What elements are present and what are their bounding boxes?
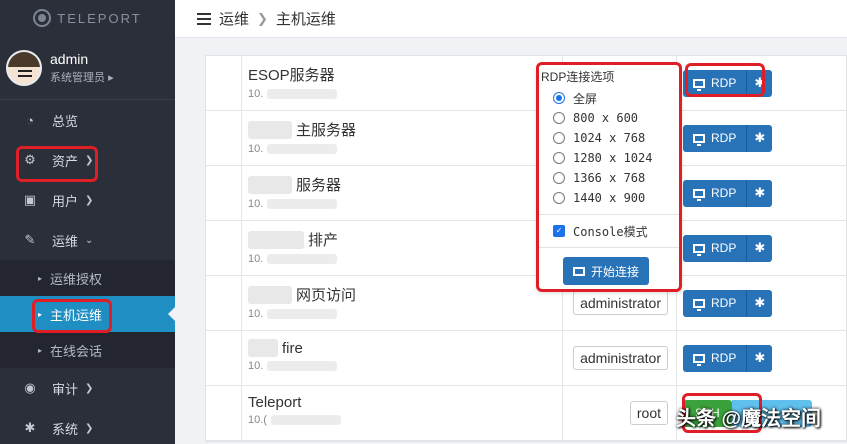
monitor-icon: [693, 188, 705, 201]
server-icon: [197, 12, 211, 25]
teleport-logo-icon: [33, 9, 52, 27]
checkmark-icon: ✓: [553, 225, 565, 237]
account-name: root: [629, 401, 668, 425]
account-name: administrator: [573, 291, 668, 315]
monitor-icon: [693, 353, 705, 366]
option-fullscreen[interactable]: 全屏: [539, 88, 679, 108]
option-800x600[interactable]: 800 x 600: [539, 108, 679, 128]
table-row: 排产 10. RDP ✱: [206, 221, 846, 276]
sidebar-item-ops[interactable]: ✎ 运维 ⌄: [0, 220, 175, 260]
eye-icon: ◉: [24, 380, 36, 395]
host-ip: 10.: [248, 253, 562, 265]
host-ip: 10.: [248, 143, 562, 155]
chevron-right-icon: ❯: [85, 422, 94, 434]
host-name: Teleport: [248, 394, 302, 411]
monitor-icon: [693, 133, 705, 146]
host-ip: 10.: [248, 198, 562, 210]
host-ip: 10.: [248, 88, 562, 100]
monitor-icon: [693, 298, 705, 311]
watermark: 头条 @魔法空间: [676, 408, 822, 430]
host-name: 排产: [248, 229, 562, 250]
rdp-button[interactable]: RDP: [683, 124, 747, 152]
popup-title: RDP连接选项: [541, 70, 615, 84]
avatar: [6, 49, 42, 86]
wrench-icon: ✎: [24, 232, 36, 247]
table-row: 网页访问 10. administrator RDP ✱: [206, 276, 846, 331]
host-name: ESOP服务器: [248, 67, 335, 84]
caret-right-icon: ▸: [38, 309, 43, 319]
monitor-icon: [693, 243, 705, 256]
logo: TELEPORT: [0, 0, 175, 36]
rdp-button[interactable]: RDP: [683, 344, 747, 372]
assets-icon: ⚙: [24, 152, 36, 167]
host-name: fire: [248, 339, 562, 357]
host-ip: 10.: [248, 308, 562, 320]
chevron-right-icon: ❯: [85, 194, 94, 206]
monitor-icon: [573, 266, 585, 276]
gear-icon: ✱: [24, 420, 36, 435]
option-1280x1024[interactable]: 1280 x 1024: [539, 148, 679, 168]
option-1440x900[interactable]: 1440 x 900: [539, 188, 679, 208]
gear-icon[interactable]: ✱: [746, 289, 773, 317]
radio-icon: [553, 132, 565, 144]
user-icon: ▣: [23, 192, 37, 207]
host-ip: 10.: [248, 360, 562, 372]
host-name: 网页访问: [248, 284, 562, 305]
rdp-options-popup: RDP连接选项 全屏 800 x 600 1024 x 768 1280 x 1…: [538, 64, 680, 290]
user-panel[interactable]: admin 系统管理员 ▸: [0, 36, 175, 100]
sidebar-subitem-authorization[interactable]: ▸ 运维授权: [0, 260, 175, 296]
host-ip: 10.(: [248, 414, 562, 426]
page-title: 主机运维: [275, 11, 336, 28]
sidebar-subitem-host-ops[interactable]: ▸ 主机运维: [0, 296, 175, 332]
option-1024x768[interactable]: 1024 x 768: [539, 128, 679, 148]
breadcrumb: 运维 ❯ 主机运维: [175, 0, 847, 38]
rdp-button[interactable]: RDP: [683, 69, 747, 97]
radio-icon: [553, 112, 565, 124]
caret-right-icon: ▸: [108, 71, 114, 84]
chevron-right-icon: ❯: [85, 382, 94, 394]
caret-right-icon: ▸: [38, 345, 43, 355]
table-row: fire 10. administrator RDP ✱: [206, 331, 846, 386]
sidebar-submenu-ops: ▸ 运维授权 ▸ 主机运维 ▸ 在线会话: [0, 260, 175, 368]
host-name: 服务器: [248, 174, 562, 195]
gear-icon[interactable]: ✱: [746, 124, 773, 152]
console-mode-checkbox[interactable]: ✓ Console模式: [539, 221, 679, 241]
rdp-button[interactable]: RDP: [683, 234, 747, 262]
radio-icon: [553, 92, 565, 104]
breadcrumb-section[interactable]: 运维: [219, 8, 249, 29]
gear-icon[interactable]: ✱: [746, 234, 773, 262]
sidebar-item-audit[interactable]: ◉ 审计 ❯: [0, 368, 175, 408]
sidebar-item-users[interactable]: ▣ 用户 ❯: [0, 180, 175, 220]
chevron-down-icon: ⌄: [85, 234, 94, 246]
host-table: ESOP服务器 10. RDP ✱ 主服务器 10. RDP ✱ 服务器 10.…: [205, 55, 847, 442]
radio-icon: [553, 172, 565, 184]
table-row: ESOP服务器 10. RDP ✱: [206, 56, 846, 111]
account-name: administrator: [573, 346, 668, 370]
radio-icon: [553, 152, 565, 164]
host-name: 主服务器: [248, 119, 562, 140]
sidebar-subitem-online-sessions[interactable]: ▸ 在线会话: [0, 332, 175, 368]
user-name: admin: [50, 50, 89, 67]
logo-text: TELEPORT: [57, 10, 142, 26]
sidebar-item-system[interactable]: ✱ 系统 ❯: [0, 408, 175, 444]
rdp-button[interactable]: RDP: [683, 179, 747, 207]
option-1366x768[interactable]: 1366 x 768: [539, 168, 679, 188]
radio-icon: [553, 192, 565, 204]
caret-right-icon: ▸: [38, 273, 43, 283]
gear-icon[interactable]: ✱: [746, 179, 773, 207]
dashboard-icon: ◔: [26, 112, 34, 128]
chevron-right-icon: ❯: [257, 10, 268, 26]
user-role: 系统管理员 ▸: [50, 71, 114, 84]
gear-icon[interactable]: ✱: [746, 344, 773, 372]
chevron-right-icon: ❯: [85, 154, 94, 166]
table-row: 服务器 10. RDP ✱: [206, 166, 846, 221]
monitor-icon: [693, 78, 705, 91]
sidebar-item-overview[interactable]: ◔ 总览: [0, 100, 175, 140]
sidebar: TELEPORT admin 系统管理员 ▸ ◔ 总览 ⚙ 资产 ❯ ▣ 用户 …: [0, 0, 175, 444]
start-connect-button[interactable]: 开始连接: [563, 257, 650, 285]
table-row: 主服务器 10. RDP ✱: [206, 111, 846, 166]
gear-icon[interactable]: ✱: [746, 69, 773, 97]
rdp-button[interactable]: RDP: [683, 289, 747, 317]
sidebar-item-assets[interactable]: ⚙ 资产 ❯: [0, 140, 175, 180]
